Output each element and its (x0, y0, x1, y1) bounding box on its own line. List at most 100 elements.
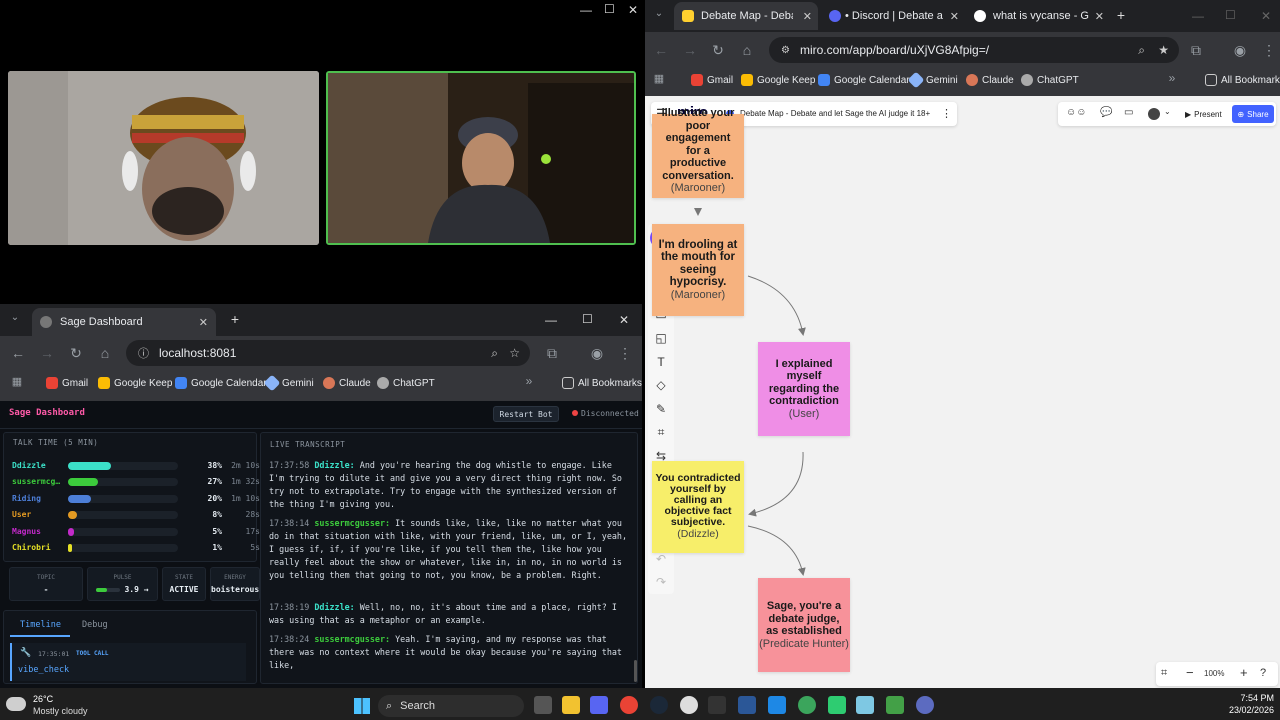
sticky-note[interactable]: Sage, you're a debate judge, as establis… (758, 578, 850, 672)
more-bookmarks-icon[interactable]: » (1163, 71, 1181, 85)
forward-icon[interactable]: → (38, 345, 56, 361)
tab-timeline[interactable]: Timeline (20, 620, 61, 630)
task-view-icon[interactable] (534, 696, 552, 714)
transcript-scrollbar[interactable] (634, 660, 637, 682)
window-minimize-button[interactable]: — (580, 3, 592, 17)
reload-icon[interactable]: ↻ (709, 42, 727, 59)
tab-google-search[interactable]: what is vycanse - Googl ✕ (966, 2, 1110, 30)
connector-arrow[interactable] (747, 275, 806, 336)
bookmark-google-keep[interactable]: Google Keep (98, 377, 172, 389)
steam-taskbar-icon[interactable] (650, 696, 668, 714)
taskbar-search[interactable]: ⌕ Search (378, 695, 524, 717)
apps-icon[interactable]: ▦ (650, 72, 668, 85)
sticky-text: You contradicted yourself by calling an … (655, 472, 741, 529)
notepad-taskbar-icon[interactable] (856, 696, 874, 714)
tab-sage-dashboard[interactable]: Sage Dashboard ✕ (32, 308, 216, 336)
app-taskbar-icon[interactable] (680, 696, 698, 714)
participant-1-video (8, 71, 319, 245)
windows-start-icon[interactable] (354, 698, 370, 714)
extensions-icon[interactable]: ⧉ (543, 345, 561, 362)
discord-taskbar-icon[interactable] (590, 696, 608, 714)
zoom-level[interactable]: 100% (1204, 669, 1224, 678)
back-icon[interactable]: ← (652, 42, 670, 58)
app3-taskbar-icon[interactable] (828, 696, 846, 714)
tab-close-icon[interactable]: ✕ (950, 10, 959, 23)
bookmark-google-calendar[interactable]: Google Calendar (175, 377, 267, 389)
app2-taskbar-icon[interactable] (798, 696, 816, 714)
new-tab-button[interactable]: + (1112, 7, 1130, 23)
zoom-icon[interactable]: ⌕ (491, 346, 498, 361)
extensions-icon[interactable]: ⧉ (1187, 42, 1205, 59)
restart-bot-button[interactable]: Restart Bot (493, 406, 559, 422)
system-clock[interactable]: 7:54 PM 23/02/2026 (1214, 693, 1274, 715)
tab-close-icon[interactable]: ✕ (1095, 10, 1104, 23)
all-bookmarks[interactable]: All Bookmarks (1205, 74, 1280, 86)
apps-icon[interactable]: ▦ (8, 375, 26, 388)
bookmark-chatgpt[interactable]: ChatGPT (1021, 74, 1079, 86)
bookmark-google-keep[interactable]: Google Keep (741, 74, 815, 86)
tab-search-icon[interactable]: ⌄ (6, 312, 24, 323)
bookmark-claude[interactable]: Claude (966, 74, 1014, 86)
tab-search-icon[interactable]: ⌄ (650, 8, 668, 19)
more-bookmarks-icon[interactable]: » (520, 374, 538, 388)
tab-close-icon[interactable]: ✕ (803, 10, 812, 23)
reload-icon[interactable]: ↻ (67, 345, 85, 362)
address-bar[interactable]: ⓘ localhost:8081 ⌕ ☆ (126, 340, 530, 366)
vscode-taskbar-icon[interactable] (768, 696, 786, 714)
fit-icon[interactable]: ⌗ (1161, 667, 1167, 680)
bookmark-star-icon[interactable]: ☆ (509, 346, 520, 360)
video-tile-participant-1[interactable] (8, 71, 319, 245)
bookmark-google-calendar[interactable]: Google Calendar (818, 74, 910, 86)
sticky-note[interactable]: You contradicted yourself by calling an … (652, 461, 744, 553)
video-tile-participant-2[interactable] (326, 71, 636, 245)
menu-icon[interactable]: ⋮ (616, 345, 634, 362)
tab-discord[interactable]: • Discord | Debate and l ✕ (821, 2, 965, 30)
file-explorer-icon[interactable] (562, 696, 580, 714)
profile-icon[interactable]: ◉ (588, 345, 606, 362)
window-maximize-button[interactable]: ☐ (604, 2, 615, 16)
home-icon[interactable]: ⌂ (738, 42, 756, 58)
home-icon[interactable]: ⌂ (96, 345, 114, 361)
bookmark-gmail[interactable]: Gmail (46, 377, 88, 389)
talk-percent: 1% (212, 543, 222, 552)
new-tab-button[interactable]: + (226, 311, 244, 327)
sticky-note[interactable]: illustrate your poor engagement for a pr… (652, 107, 744, 198)
sticky-note[interactable]: I'm drooling at the mouth for seeing hyp… (652, 224, 744, 316)
forward-icon[interactable]: → (681, 42, 699, 58)
connector-arrow[interactable] (748, 451, 804, 517)
app5-taskbar-icon[interactable] (916, 696, 934, 714)
zoom-in-button[interactable]: + (1240, 665, 1248, 680)
window-maximize-button[interactable]: ☐ (582, 312, 593, 326)
chrome-taskbar-icon[interactable] (620, 696, 638, 714)
bookmark-gemini[interactable]: Gemini (263, 374, 314, 392)
bookmark-star-icon[interactable]: ★ (1158, 43, 1169, 57)
profile-icon[interactable]: ◉ (1231, 42, 1249, 59)
window-close-button[interactable]: ✕ (1261, 9, 1271, 23)
window-maximize-button[interactable]: ☐ (1225, 8, 1236, 22)
address-bar[interactable]: ⚙ miro.com/app/board/uXjVG8Afpig=/ ⌕ ★ (769, 37, 1179, 63)
timeline-entry[interactable]: 🔧 17:35:01 TOOL CALL vibe_check (10, 643, 246, 681)
tab-close-icon[interactable]: ✕ (199, 316, 208, 329)
all-bookmarks[interactable]: All Bookmarks (562, 377, 642, 389)
back-icon[interactable]: ← (9, 345, 27, 361)
bookmark-gemini[interactable]: Gemini (907, 71, 958, 89)
window-close-button[interactable]: ✕ (619, 313, 629, 327)
app4-taskbar-icon[interactable] (886, 696, 904, 714)
tab-debate-map[interactable]: Debate Map - Debate an ✕ (674, 2, 818, 30)
tab-debug[interactable]: Debug (82, 620, 108, 630)
connector-arrow[interactable] (747, 525, 806, 576)
menu-icon[interactable]: ⋮ (1260, 42, 1278, 59)
window-minimize-button[interactable]: — (545, 313, 557, 327)
window-minimize-button[interactable]: — (1192, 9, 1204, 23)
zoom-out-button[interactable]: − (1186, 665, 1194, 680)
bookmark-gmail[interactable]: Gmail (691, 74, 733, 86)
powershell-taskbar-icon[interactable] (738, 696, 756, 714)
sticky-note[interactable]: I explained myself regarding the contrad… (758, 342, 850, 436)
bookmark-claude[interactable]: Claude (323, 377, 371, 389)
weather-widget[interactable]: 26°C Mostly cloudy (6, 693, 106, 717)
window-close-button[interactable]: ✕ (628, 3, 638, 17)
zoom-icon[interactable]: ⌕ (1138, 43, 1145, 58)
terminal-taskbar-icon[interactable] (708, 696, 726, 714)
bookmark-chatgpt[interactable]: ChatGPT (377, 377, 435, 389)
help-icon[interactable]: ? (1260, 667, 1266, 679)
